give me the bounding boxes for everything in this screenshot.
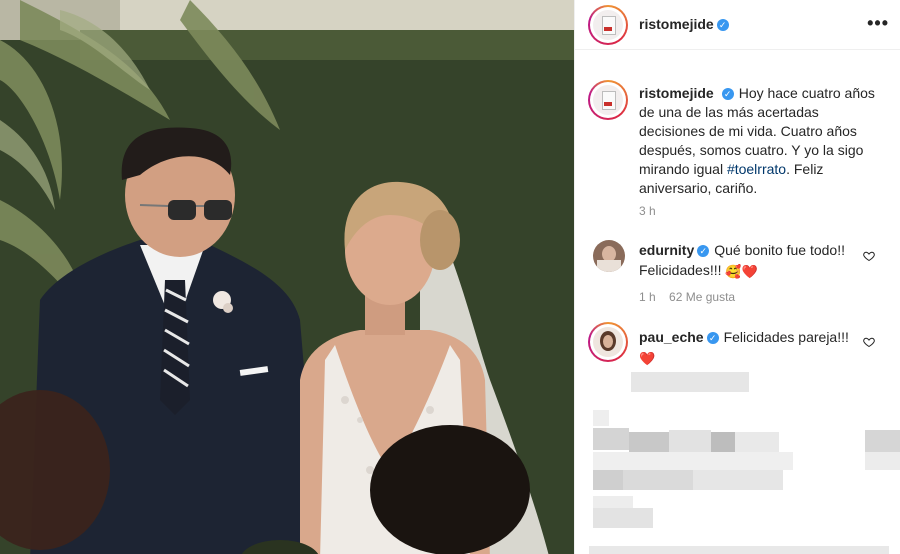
comment-pau-eche: pau_eche ✓ Felicidades pareja!!! ❤️ [639, 327, 861, 367]
comment-likes[interactable]: 62 Me gusta [669, 290, 735, 304]
verified-icon: ✓ [716, 19, 729, 31]
heart-icon[interactable] [863, 250, 875, 262]
comment-emojis: ❤️ [639, 351, 656, 366]
wedding-photo-illustration [0, 0, 574, 554]
caption-username[interactable]: ristomejide [639, 85, 714, 101]
verified-icon: ✓ [721, 88, 734, 100]
comment-avatar-edurnity[interactable] [593, 240, 625, 272]
author-username[interactable]: ristomejide [639, 16, 714, 32]
more-options-icon[interactable]: ••• [867, 14, 889, 32]
comment-avatar-pau-eche[interactable] [588, 322, 628, 362]
caption-time[interactable]: 3 h [639, 204, 656, 218]
post-caption: ristomejide ✓ Hoy hace cuatro años de una … [639, 84, 885, 198]
comment-username[interactable]: edurnity [639, 242, 694, 258]
verified-icon: ✓ [697, 245, 710, 257]
author-avatar[interactable] [588, 5, 628, 45]
comment-meta: 1 h 62 Me gusta [639, 290, 735, 304]
verified-icon: ✓ [706, 332, 719, 344]
comment-edurnity: edurnity ✓ Qué bonito fue todo!! Felicidad… [639, 240, 861, 280]
post-photo[interactable] [0, 0, 574, 554]
post-side-panel: ristomejide ✓ ••• ristomejide ✓ Hoy hace cu… [574, 0, 900, 554]
comment-time[interactable]: 1 h [639, 290, 656, 304]
post-header: ristomejide ✓ ••• [575, 0, 900, 50]
comment-emojis: 🥰❤️ [725, 264, 758, 279]
comment-username[interactable]: pau_eche [639, 329, 704, 345]
caption-hashtag[interactable]: #toelrrato [727, 161, 786, 177]
comment-text: Felicidades pareja!!! [723, 329, 849, 345]
caption-avatar[interactable] [588, 80, 628, 120]
heart-icon[interactable] [863, 336, 875, 348]
author-line: ristomejide ✓ [639, 16, 729, 34]
